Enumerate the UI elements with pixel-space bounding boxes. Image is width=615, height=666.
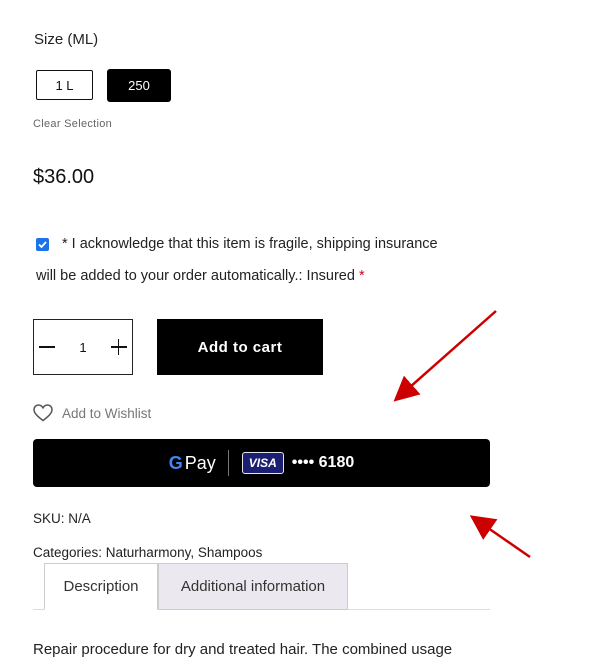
annotation-arrow — [393, 310, 497, 402]
annotation-arrows — [393, 310, 531, 559]
annotation-arrow — [469, 515, 531, 559]
